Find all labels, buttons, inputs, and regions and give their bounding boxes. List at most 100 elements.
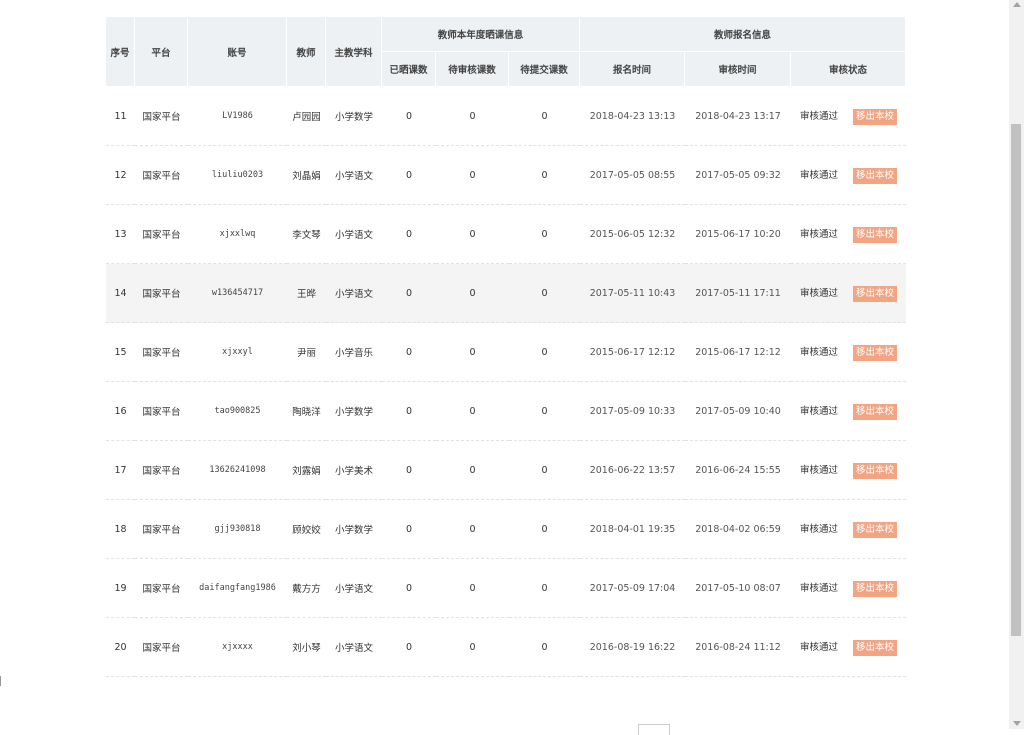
row-teacher: 王晔 — [287, 264, 326, 323]
row-pending-submit-count: 0 — [509, 441, 581, 500]
row-pending-submit-count: 0 — [509, 500, 581, 559]
row-subject: 小学美术 — [326, 441, 382, 500]
row-uploaded-count: 0 — [382, 87, 436, 146]
row-platform: 国家平台 — [135, 382, 188, 441]
table-row: 16 国家平台 tao900825 陶晓洋 小学数学 0 0 0 2017-05-09 10:3… — [106, 382, 907, 441]
remove-from-school-button[interactable]: 移出本校 — [853, 521, 898, 538]
row-pending-review-count: 0 — [436, 441, 509, 500]
row-uploaded-count: 0 — [382, 205, 436, 264]
row-index: 19 — [106, 559, 135, 618]
remove-from-school-button[interactable]: 移出本校 — [853, 580, 898, 597]
row-signup-time: 2015-06-05 12:32 — [580, 205, 686, 264]
remove-from-school-button[interactable]: 移出本校 — [853, 639, 898, 656]
row-review-status: 审核通过 — [800, 641, 839, 653]
remove-from-school-button[interactable]: 移出本校 — [853, 462, 898, 479]
remove-from-school-button[interactable]: 移出本校 — [853, 226, 898, 243]
header-platform: 平台 — [135, 17, 188, 87]
row-teacher: 刘小琴 — [287, 618, 326, 677]
row-platform: 国家平台 — [135, 146, 188, 205]
row-subject: 小学语文 — [326, 146, 382, 205]
row-review-time: 2017-05-09 10:40 — [685, 382, 792, 441]
header-group-course-info: 教师本年度晒课信息 — [382, 17, 581, 52]
row-index: 17 — [106, 441, 135, 500]
header-index: 序号 — [106, 17, 135, 87]
row-review-status: 审核通过 — [800, 287, 839, 299]
row-review-time: 2015-06-17 12:12 — [685, 323, 792, 382]
row-account: tao900825 — [188, 382, 287, 441]
row-status-cell: 审核通过 移出本校 — [791, 500, 907, 559]
row-signup-time: 2017-05-09 17:04 — [580, 559, 686, 618]
row-pending-submit-count: 0 — [509, 559, 581, 618]
row-index: 18 — [106, 500, 135, 559]
table-row: 20 国家平台 xjxxxx 刘小琴 小学语文 0 0 0 2016-08-19 16:22 20… — [106, 618, 907, 677]
row-pending-submit-count: 0 — [509, 264, 581, 323]
header-subject: 主教学科 — [326, 17, 382, 87]
row-index: 12 — [106, 146, 135, 205]
row-uploaded-count: 0 — [382, 618, 436, 677]
row-teacher: 刘露娟 — [287, 441, 326, 500]
remove-from-school-button[interactable]: 移出本校 — [853, 167, 898, 184]
row-pending-submit-count: 0 — [509, 146, 581, 205]
row-pending-review-count: 0 — [436, 146, 509, 205]
row-review-time: 2018-04-23 13:17 — [685, 87, 792, 146]
row-account: LV1986 — [188, 87, 287, 146]
row-index: 14 — [106, 264, 135, 323]
scroll-down-arrow-icon[interactable] — [1013, 721, 1021, 726]
remove-from-school-button[interactable]: 移出本校 — [853, 285, 898, 302]
row-review-time: 2017-05-05 09:32 — [685, 146, 792, 205]
table-row: 17 国家平台 13626241098 刘露娟 小学美术 0 0 0 2016-06-22 13… — [106, 441, 907, 500]
row-account: 13626241098 — [188, 441, 287, 500]
row-review-time: 2017-05-11 17:11 — [685, 264, 792, 323]
row-subject: 小学数学 — [326, 87, 382, 146]
row-review-status: 审核通过 — [800, 110, 839, 122]
row-uploaded-count: 0 — [382, 559, 436, 618]
row-signup-time: 2018-04-23 13:13 — [580, 87, 686, 146]
row-account: liuliu0203 — [188, 146, 287, 205]
row-pending-submit-count: 0 — [509, 618, 581, 677]
row-signup-time: 2015-06-17 12:12 — [580, 323, 686, 382]
scroll-up-arrow-icon[interactable] — [1013, 2, 1021, 7]
row-review-time: 2017-05-10 08:07 — [685, 559, 792, 618]
remove-from-school-button[interactable]: 移出本校 — [853, 344, 898, 361]
row-teacher: 陶晓洋 — [287, 382, 326, 441]
row-platform: 国家平台 — [135, 264, 188, 323]
header-group-signup-info: 教师报名信息 — [580, 17, 907, 52]
row-index: 20 — [106, 618, 135, 677]
header-uploaded: 已晒课数 — [382, 52, 436, 87]
row-pending-submit-count: 0 — [509, 205, 581, 264]
row-signup-time: 2018-04-01 19:35 — [580, 500, 686, 559]
row-signup-time: 2017-05-11 10:43 — [580, 264, 686, 323]
scrollbar-thumb[interactable] — [1011, 124, 1021, 636]
row-pending-review-count: 0 — [436, 500, 509, 559]
row-platform: 国家平台 — [135, 205, 188, 264]
row-status-cell: 审核通过 移出本校 — [791, 87, 907, 146]
teacher-table: 序号 平台 账号 教师 主教学科 教师本年度晒课信息 教师报名信息 已晒课数 待… — [106, 17, 907, 677]
table-row: 18 国家平台 gjj930818 顾姣姣 小学数学 0 0 0 2018-04-01 19:3… — [106, 500, 907, 559]
header-teacher: 教师 — [287, 17, 326, 87]
row-pending-submit-count: 0 — [509, 87, 581, 146]
row-review-status: 审核通过 — [800, 523, 839, 535]
row-teacher: 刘晶娟 — [287, 146, 326, 205]
row-review-time: 2016-08-24 11:12 — [685, 618, 792, 677]
vertical-scrollbar[interactable] — [1009, 0, 1024, 729]
row-signup-time: 2017-05-05 08:55 — [580, 146, 686, 205]
header-pending-review: 待审核课数 — [436, 52, 509, 87]
row-status-cell: 审核通过 移出本校 — [791, 146, 907, 205]
table-row: 14 国家平台 w136454717 王晔 小学语文 0 0 0 2017-05-11 10:4… — [106, 264, 907, 323]
row-review-time: 2018-04-02 06:59 — [685, 500, 792, 559]
row-index: 15 — [106, 323, 135, 382]
row-uploaded-count: 0 — [382, 323, 436, 382]
row-status-cell: 审核通过 移出本校 — [791, 382, 907, 441]
row-review-status: 审核通过 — [800, 346, 839, 358]
pagination-box[interactable] — [638, 724, 670, 735]
row-subject: 小学语文 — [326, 205, 382, 264]
row-review-status: 审核通过 — [800, 464, 839, 476]
remove-from-school-button[interactable]: 移出本校 — [853, 108, 898, 125]
row-uploaded-count: 0 — [382, 441, 436, 500]
row-status-cell: 审核通过 移出本校 — [791, 205, 907, 264]
row-platform: 国家平台 — [135, 500, 188, 559]
row-review-status: 审核通过 — [800, 169, 839, 181]
row-review-status: 审核通过 — [800, 582, 839, 594]
remove-from-school-button[interactable]: 移出本校 — [853, 403, 898, 420]
row-teacher: 顾姣姣 — [287, 500, 326, 559]
